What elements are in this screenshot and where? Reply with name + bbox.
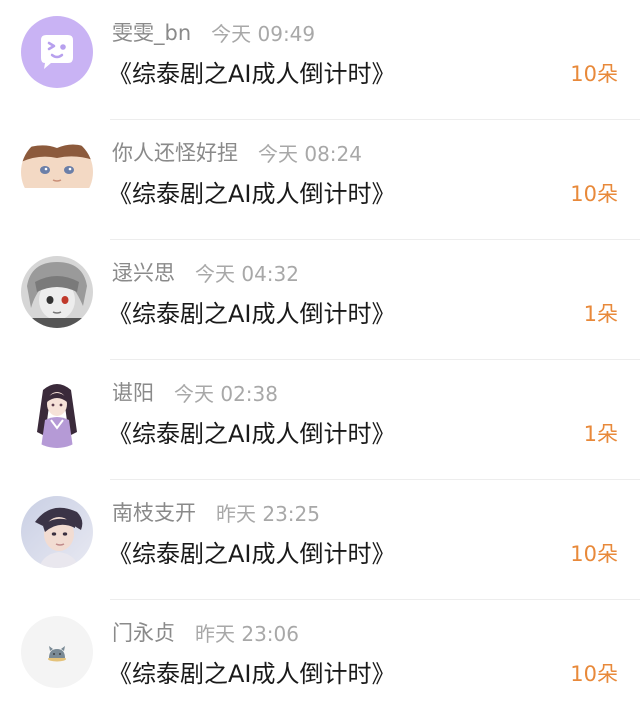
item-meta: 南枝支开 昨天 23:25 <box>112 497 320 527</box>
flower-count: 1朵 <box>583 422 618 446</box>
username[interactable]: 门永贞 <box>112 617 175 647</box>
list-item[interactable]: 谌阳 今天 02:38 《综泰剧之AI成人倒计时》 1朵 <box>0 360 640 480</box>
list-item[interactable]: 门永贞 昨天 23:06 《综泰剧之AI成人倒计时》 10朵 <box>0 600 640 720</box>
timestamp: 今天 02:38 <box>174 381 278 406</box>
flower-count: 10朵 <box>570 182 618 206</box>
item-meta: 门永贞 昨天 23:06 <box>112 617 299 647</box>
anime-boy-avatar[interactable] <box>21 136 93 208</box>
flower-count: 1朵 <box>583 302 618 326</box>
timestamp: 今天 08:24 <box>258 141 362 166</box>
portrait-photo-avatar[interactable] <box>21 496 93 568</box>
flower-count: 10朵 <box>570 542 618 566</box>
item-meta: 你人还怪好捏 今天 08:24 <box>112 137 362 167</box>
default-cat-avatar[interactable] <box>21 616 93 688</box>
book-title[interactable]: 《综泰剧之AI成人倒计时》 <box>108 294 396 329</box>
flower-count: 10朵 <box>570 662 618 686</box>
flower-count: 10朵 <box>570 62 618 86</box>
book-title[interactable]: 《综泰剧之AI成人倒计时》 <box>108 534 396 569</box>
book-title[interactable]: 《综泰剧之AI成人倒计时》 <box>108 654 396 689</box>
username[interactable]: 你人还怪好捏 <box>112 137 238 167</box>
item-meta: 谌阳 今天 02:38 <box>112 377 278 407</box>
list-item[interactable]: 逯兴思 今天 04:32 《综泰剧之AI成人倒计时》 1朵 <box>0 240 640 360</box>
timestamp: 昨天 23:25 <box>216 501 320 526</box>
book-title[interactable]: 《综泰剧之AI成人倒计时》 <box>108 414 396 449</box>
timestamp: 昨天 23:06 <box>195 621 299 646</box>
username[interactable]: 谌阳 <box>112 377 154 407</box>
anime-grayscale-avatar[interactable] <box>21 256 93 328</box>
username[interactable]: 南枝支开 <box>112 497 196 527</box>
anime-girl-avatar[interactable] <box>21 376 93 448</box>
list-item[interactable]: 你人还怪好捏 今天 08:24 《综泰剧之AI成人倒计时》 10朵 <box>0 120 640 240</box>
item-meta: 逯兴思 今天 04:32 <box>112 257 299 287</box>
timestamp: 今天 09:49 <box>211 21 316 46</box>
timestamp: 今天 04:32 <box>195 261 299 286</box>
username[interactable]: 雯雯_bn <box>112 17 191 47</box>
item-meta: 雯雯_bn 今天 09:49 <box>112 17 315 47</box>
list-item[interactable]: 雯雯_bn 今天 09:49 《综泰剧之AI成人倒计时》 10朵 <box>0 0 640 120</box>
book-title[interactable]: 《综泰剧之AI成人倒计时》 <box>108 54 396 89</box>
username[interactable]: 逯兴思 <box>112 257 175 287</box>
book-title[interactable]: 《综泰剧之AI成人倒计时》 <box>108 174 396 209</box>
wink-face-avatar[interactable] <box>21 16 93 88</box>
list-item[interactable]: 南枝支开 昨天 23:25 《综泰剧之AI成人倒计时》 10朵 <box>0 480 640 600</box>
gift-list: 雯雯_bn 今天 09:49 《综泰剧之AI成人倒计时》 10朵 你人还怪好捏 … <box>0 0 640 720</box>
